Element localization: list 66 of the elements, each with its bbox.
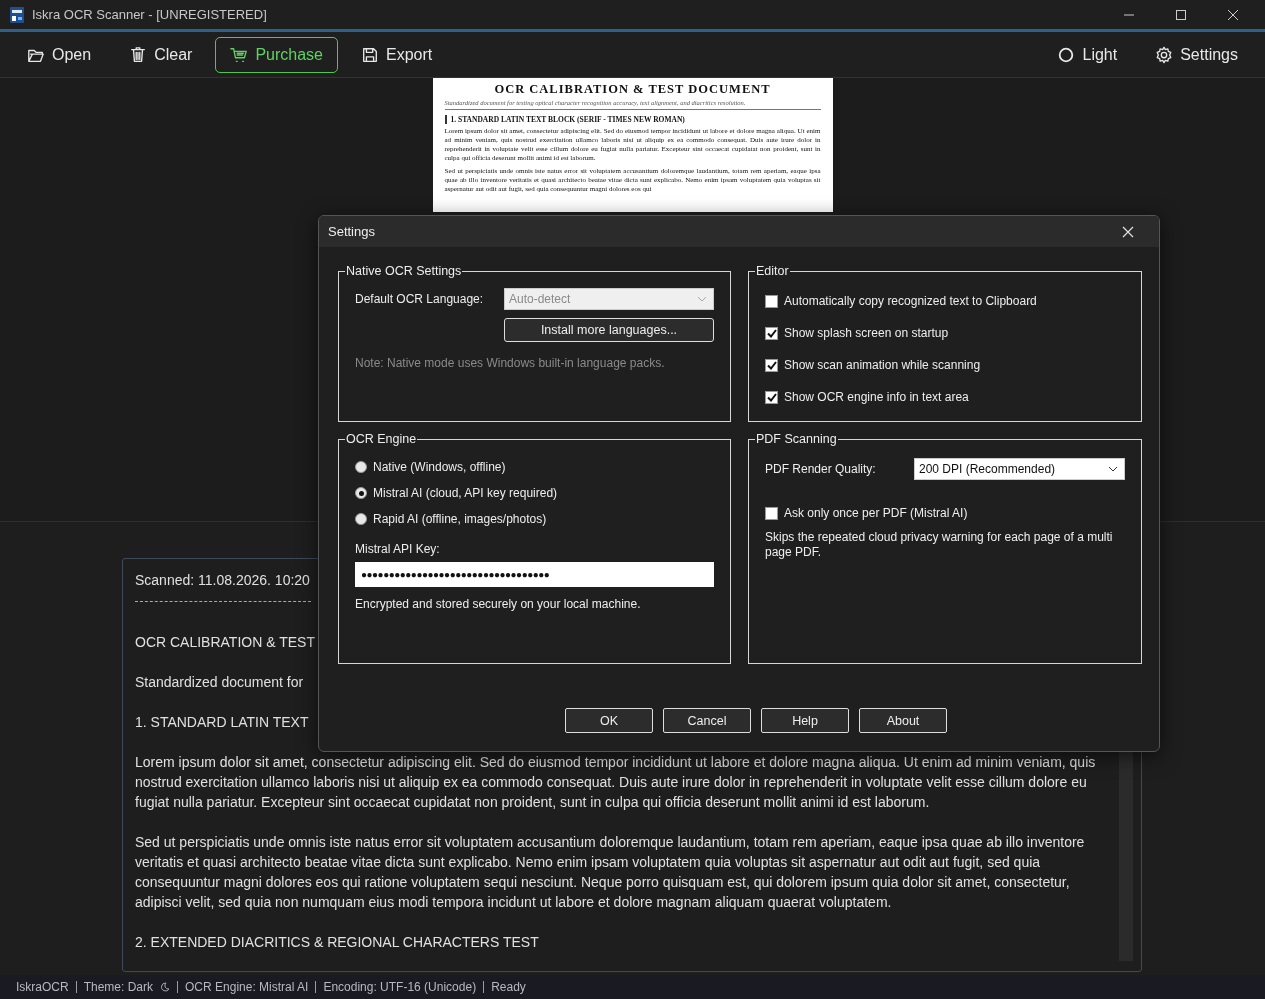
dialog-button[interactable]: Help bbox=[761, 708, 849, 733]
recognized-text: Standardized document for bbox=[135, 673, 304, 692]
recognized-text: Lorem ipsum dolor sit amet, consectetur adipiscing elit. Sed do eiusmod tempor incididunt ut labore et dolore magna aliqua. Ut enim ad minim veniam, quis nostrud exercitation ullamco laboris nisi ut aliquip ex ea commodo consequat. Duis aute irure dolor in reprehenderit in voluptate velit esse cillum dolore eu fugiat nulla pariatur. Excepteur sint occaecat cupidatat non proident, sunt in culpa qui officia deserunt mollit animi id est laborum. bbox=[135, 753, 1097, 812]
circle-icon bbox=[1057, 45, 1076, 64]
hint-text: Skips the repeated cloud privacy warning for each page of a multi page PDF. bbox=[765, 530, 1114, 560]
status-item: Theme: Dark bbox=[83, 980, 154, 994]
group-title: Native OCR Settings bbox=[345, 264, 463, 278]
radio-label[interactable]: Native (Windows, offline) bbox=[373, 460, 506, 474]
toolbar-button[interactable]: Export bbox=[345, 36, 448, 73]
gear-icon bbox=[1155, 45, 1174, 64]
dialog-button[interactable]: Cancel bbox=[663, 708, 751, 733]
radio-button[interactable] bbox=[355, 461, 367, 473]
maximize-icon[interactable] bbox=[1175, 8, 1187, 21]
scrollbar-thumb[interactable] bbox=[1119, 749, 1133, 961]
checkbox[interactable] bbox=[765, 326, 778, 340]
status-item: OCR Engine: Mistral AI bbox=[185, 980, 309, 994]
cart-icon bbox=[230, 45, 249, 64]
recognized-text: 2. EXTENDED DIACRITICS & REGIONAL CHARACTERS TEST bbox=[135, 933, 539, 952]
chevron-down-icon bbox=[1108, 466, 1118, 472]
toolbar-button[interactable]: Open bbox=[12, 36, 107, 73]
checkbox-label[interactable]: Show splash screen on startup bbox=[784, 326, 949, 340]
status-item: Ready bbox=[491, 980, 526, 994]
group-title: Editor bbox=[755, 264, 790, 278]
moon-icon bbox=[160, 982, 171, 992]
window-title: Iskra OCR Scanner - [UNREGISTERED] bbox=[32, 7, 268, 22]
close-icon[interactable] bbox=[1227, 8, 1239, 21]
status-item: Encoding: UTF-16 (Unicode) bbox=[323, 980, 477, 994]
chevron-down-icon bbox=[697, 296, 707, 302]
group-title: PDF Scanning bbox=[755, 432, 838, 446]
checkbox-label[interactable]: Show scan animation while scanning bbox=[784, 358, 981, 372]
radio-button[interactable] bbox=[355, 487, 367, 499]
recognized-text: Sed ut perspiciatis unde omnis iste natus error sit voluptatem accusantium doloremque laudantium, totam rem aperiam, eaque ipsa quae ab illo inventore veritatis et quasi architecto beatae vitae dicta sunt explicabo. Nemo enim ipsam voluptatem quia voluptas sit aspernatur aut odit aut fugit, sed quia consequuntur magni dolores eos qui ratione voluptatem sequi nesciunt. Neque porro quisquam est, qui dolorem ipsum quia dolor sit amet, consectetur, adipisci velit, sed quia non numquam eius modi tempora incidunt ut labore et dolore magnam aliquam quaerat voluptatem. bbox=[135, 833, 1086, 912]
checkbox-label[interactable]: Show OCR engine info in text area bbox=[784, 390, 969, 404]
document-title: OCR CALIBRATION & TEST DOCUMENT bbox=[493, 82, 772, 97]
field-label: PDF Render Quality: bbox=[765, 462, 877, 476]
group-title: OCR Engine bbox=[345, 432, 418, 446]
note-text: Note: Native mode uses Windows built-in language packs. bbox=[355, 356, 666, 370]
purchase-button[interactable]: Purchase bbox=[215, 36, 338, 73]
api-key-field[interactable]: ●●●●●●●●●●●●●●●●●●●●●●●●●●●●●●●●●● bbox=[355, 562, 714, 587]
app-logo-icon bbox=[10, 6, 24, 23]
checkbox-label[interactable]: Ask only once per PDF (Mistral AI) bbox=[784, 506, 968, 520]
close-icon[interactable] bbox=[1122, 225, 1134, 238]
status-item: IskraOCR bbox=[16, 980, 69, 994]
hint-text: Encrypted and stored securely on your local machine. bbox=[355, 597, 642, 612]
checkbox-label[interactable]: Automatically copy recognized text to Clipboard bbox=[784, 294, 1037, 308]
quality-dropdown[interactable]: 200 DPI (Recommended) bbox=[914, 458, 1125, 480]
radio-label[interactable]: Rapid AI (offline, images/photos) bbox=[373, 512, 547, 526]
toolbar-button[interactable]: Settings bbox=[1140, 36, 1253, 73]
toolbar-button[interactable]: Light bbox=[1042, 36, 1133, 73]
radio-label[interactable]: Mistral AI (cloud, API key required) bbox=[373, 486, 558, 500]
radio-button[interactable] bbox=[355, 513, 367, 525]
trash-icon bbox=[129, 45, 148, 64]
dialog-button[interactable]: OK bbox=[565, 708, 653, 733]
recognized-text: OCR CALIBRATION & TEST bbox=[135, 633, 315, 652]
checkbox[interactable] bbox=[765, 358, 778, 372]
checkbox[interactable] bbox=[765, 506, 778, 520]
dialog-button[interactable]: About bbox=[859, 708, 947, 733]
dialog-title: Settings bbox=[328, 224, 375, 239]
field-label: Mistral API Key: bbox=[355, 542, 441, 556]
install-languages-button[interactable]: Install more languages... bbox=[504, 318, 714, 342]
recognized-text: 1. STANDARD LATIN TEXT bbox=[135, 713, 309, 732]
checkbox[interactable] bbox=[765, 294, 778, 308]
scan-timestamp: Scanned: 11.08.2026. 10:20 bbox=[135, 567, 311, 602]
toolbar-button[interactable]: Clear bbox=[114, 36, 208, 73]
field-label: Default OCR Language: bbox=[355, 292, 485, 306]
checkbox[interactable] bbox=[765, 390, 778, 404]
